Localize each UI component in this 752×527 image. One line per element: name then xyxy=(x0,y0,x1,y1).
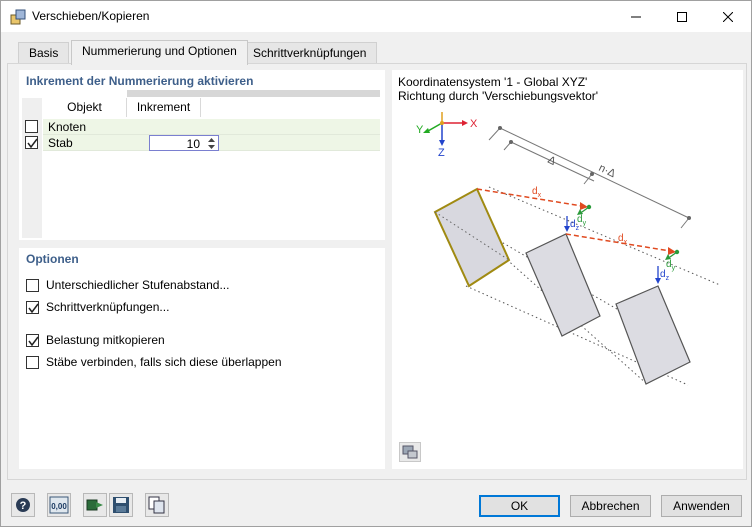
delta-label: Δ xyxy=(546,154,558,168)
title-bar: Verschieben/Kopieren xyxy=(1,1,751,32)
axis-triad-icon: X Y Z xyxy=(416,112,478,159)
belastung-checkbox[interactable] xyxy=(26,334,39,347)
option-label: Belastung mitkopieren xyxy=(46,333,165,347)
increment-spinbox[interactable]: 10 xyxy=(149,135,219,151)
help-button[interactable]: ? xyxy=(11,493,35,517)
close-button[interactable] xyxy=(705,1,751,32)
save-button[interactable] xyxy=(109,493,133,517)
table-row-knoten: Knoten xyxy=(22,119,380,135)
column-header-increment: Inkrement xyxy=(127,98,201,117)
view-options-icon xyxy=(402,445,418,459)
options-group: Optionen Unterschiedlicher Stufenabstand… xyxy=(19,248,385,469)
n-delta-label: n·Δ xyxy=(597,162,618,181)
dialog-window: Verschieben/Kopieren Basis Nummerierung … xyxy=(0,0,752,527)
svg-text:0,00: 0,00 xyxy=(51,502,67,511)
maximize-button[interactable] xyxy=(659,1,705,32)
tab-nummerierung[interactable]: Nummerierung und Optionen xyxy=(71,40,248,65)
apply-button[interactable]: Anwenden xyxy=(661,495,742,517)
preview-panel: Koordinatensystem '1 - Global XYZ' Richt… xyxy=(392,70,743,469)
app-icon xyxy=(10,9,26,25)
cancel-button[interactable]: Abbrechen xyxy=(570,495,651,517)
svg-text:?: ? xyxy=(20,500,27,512)
preview-options-button[interactable] xyxy=(399,442,421,462)
svg-text:dx: dx xyxy=(532,186,542,199)
tab-basis[interactable]: Basis xyxy=(18,42,70,64)
copy-icon xyxy=(148,496,165,514)
table-row-stab: Stab 10 xyxy=(22,135,380,151)
member-original xyxy=(433,187,511,288)
save-icon xyxy=(113,497,129,513)
stab-checkbox[interactable] xyxy=(25,136,38,149)
tab-panel: Inkrement der Nummerierung aktivieren Ob… xyxy=(7,63,747,480)
tab-schrittverknuepfungen[interactable]: Schrittverknüpfungen xyxy=(242,42,378,64)
column-header-object: Objekt xyxy=(43,98,127,117)
dx-arrow-1 xyxy=(476,188,583,207)
row-label-stab: Stab xyxy=(48,136,73,150)
option-label: Schrittverknüpfungen... xyxy=(46,300,170,314)
axis-z-label: Z xyxy=(438,147,445,159)
check-icon xyxy=(28,303,39,314)
row-band xyxy=(43,119,380,135)
increment-value: 10 xyxy=(186,137,200,151)
preview-diagram: X Y Z Δ n·Δ dx dx dy dz dy dz xyxy=(416,112,721,386)
units-button[interactable]: 0,00 xyxy=(47,493,71,517)
tab-strip: Basis Nummerierung und Optionen Schrittv… xyxy=(1,40,751,65)
svg-text:dz: dz xyxy=(660,269,670,282)
axis-y-label: Y xyxy=(416,124,424,136)
check-icon xyxy=(28,336,39,347)
staebe-verbinden-checkbox[interactable] xyxy=(26,356,39,369)
transfer-icon xyxy=(86,499,103,511)
member-copy-2 xyxy=(615,285,691,385)
units-icon: 0,00 xyxy=(49,496,69,514)
svg-text:dx: dx xyxy=(618,233,628,246)
svg-text:dy: dy xyxy=(666,259,676,272)
stufenabstand-checkbox[interactable] xyxy=(26,279,39,292)
table-header-bar xyxy=(127,90,380,97)
axis-x-label: X xyxy=(470,118,478,130)
spin-arrows-icon xyxy=(208,138,215,149)
numbering-group: Inkrement der Nummerierung aktivieren Ob… xyxy=(19,70,385,240)
check-icon xyxy=(27,138,38,149)
minimize-button[interactable] xyxy=(613,1,659,32)
option-label: Stäbe verbinden, falls sich diese überla… xyxy=(46,355,282,369)
dimension-lines xyxy=(488,127,690,229)
knoten-checkbox[interactable] xyxy=(25,120,38,133)
transfer-button[interactable] xyxy=(83,493,107,517)
schrittverknuepfungen-checkbox[interactable] xyxy=(26,301,39,314)
member-copy-1 xyxy=(525,233,601,337)
increment-table: Objekt Inkrement Knoten Stab 10 xyxy=(22,90,380,238)
numbering-group-title: Inkrement der Nummerierung aktivieren xyxy=(26,74,254,88)
window-title: Verschieben/Kopieren xyxy=(32,9,150,23)
option-label: Unterschiedlicher Stufenabstand... xyxy=(46,278,230,292)
row-label-knoten: Knoten xyxy=(48,120,87,134)
options-group-title: Optionen xyxy=(26,252,79,266)
copy-button[interactable] xyxy=(145,493,169,517)
ok-button[interactable]: OK xyxy=(479,495,560,517)
help-icon: ? xyxy=(16,498,30,512)
